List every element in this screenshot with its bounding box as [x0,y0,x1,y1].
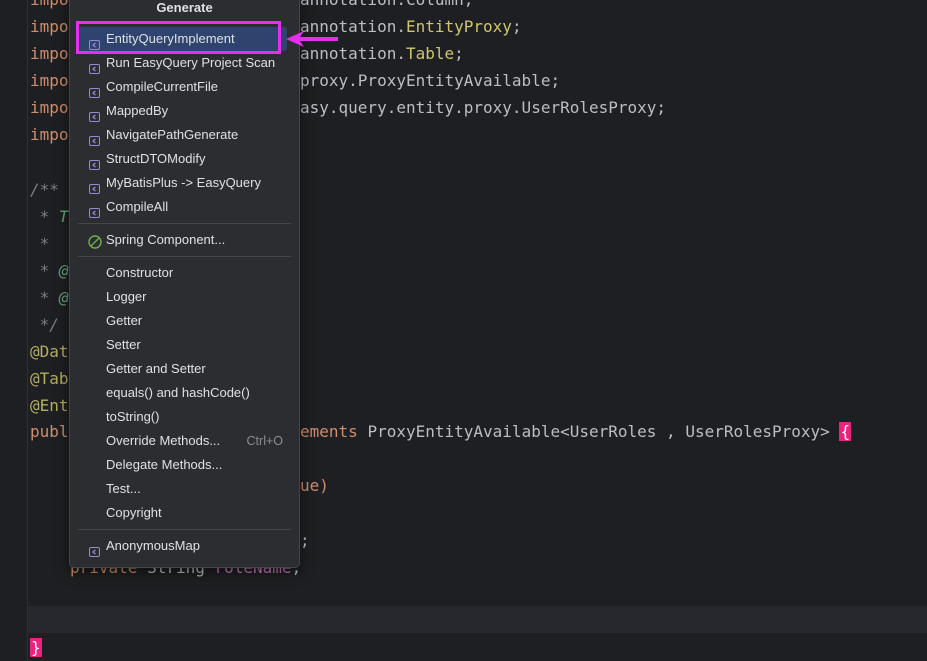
menu-item-label: StructDTOModify [106,151,206,166]
menu-item-label: Logger [106,289,147,304]
menu-item-copyright[interactable]: Copyright [77,501,287,525]
code-line: impo asy.query.entity.proxy.UserRolesProx… [30,98,667,117]
plugin-icon [89,202,100,218]
menu-item-label: MyBatisPlus -> EasyQuery [106,175,261,190]
code-line: publ ements ProxyEntityAvailable<UserRole… [30,422,852,441]
plugin-icon [89,541,100,557]
current-line-highlight [28,606,927,633]
menu-item-mybatisplus-easyquery[interactable]: MyBatisPlus -> EasyQuery [77,171,287,195]
menu-item-label: NavigatePathGenerate [106,127,239,142]
menu-item-getter-and-setter[interactable]: Getter and Setter [77,357,287,381]
plugin-icon [89,154,100,170]
code-line: impoannotation.Column; [30,0,473,13]
menu-item-label: CompileCurrentFile [106,79,218,94]
menu-item-label: Copyright [106,505,162,520]
menu-item-navigatepathgenerate[interactable]: NavigatePathGenerate [77,123,287,147]
menu-item-compileall[interactable]: CompileAll [77,195,287,219]
menu-item-label: Delegate Methods... [106,457,223,472]
plugin-icon [89,106,100,122]
menu-item-label: MappedBy [106,103,169,118]
menu-item-label: AnonymousMap [106,538,200,553]
plugin-icon [89,130,100,146]
menu-item-label: Test... [106,481,141,496]
menu-separator [78,529,291,530]
menu-item-label: Getter and Setter [106,361,206,376]
annotation-arrow [286,31,338,47]
menu-item-label: Setter [106,337,141,352]
code-line: impo annotation.EntityProxy; [30,17,522,36]
code-line: * @ [30,261,69,280]
editor-gutter-divider [27,0,28,661]
menu-item-override-methods[interactable]: Override Methods... Ctrl+O [77,429,287,453]
menu-item-delegate-methods[interactable]: Delegate Methods... [77,453,287,477]
spring-icon [88,233,102,249]
menu-item-label: Getter [106,313,143,328]
code-line: * [30,234,50,253]
code-line: impo annotation.Table; [30,44,464,63]
annotation-highlight-box [76,21,281,54]
menu-item-label: toString() [106,409,160,424]
menu-item-tostring[interactable]: toString() [77,405,287,429]
code-line: * T [30,207,69,226]
menu-item-getter[interactable]: Getter [77,309,287,333]
menu-separator [78,223,291,224]
plugin-icon [89,178,100,194]
code-line: @Ent [30,396,69,415]
menu-item-compilecurrentfile[interactable]: CompileCurrentFile [77,75,287,99]
menu-item-constructor[interactable]: Constructor [77,261,287,285]
code-line: impo proxy.ProxyEntityAvailable; [30,71,561,90]
code-line: } [30,634,42,661]
plugin-icon [89,82,100,98]
generate-popup: Generate EntityQueryImplement Run EasyQue… [69,0,300,568]
menu-item-label: equals() and hashCode() [106,385,250,400]
plugin-icon [89,58,100,74]
menu-item-mappedby[interactable]: MappedBy [77,99,287,123]
matched-brace: { [839,422,852,441]
code-line: /** [30,180,59,199]
menu-item-label: Override Methods... [106,433,221,448]
menu-item-label: Run EasyQuery Project Scan [106,55,276,70]
menu-item-label: CompileAll [106,199,169,214]
code-line: * @ [30,288,69,307]
code-line: */ [30,315,59,334]
menu-item-test[interactable]: Test... [77,477,287,501]
code-line: @Dat [30,342,69,361]
code-line: impo [30,125,69,144]
menu-item-equals-and-hashcode[interactable]: equals() and hashCode() [77,381,287,405]
menu-item-setter[interactable]: Setter [77,333,287,357]
menu-item-run-easyquery-project-scan[interactable]: Run EasyQuery Project Scan [77,51,287,75]
menu-item-label: Spring Component... [106,232,226,247]
code-line: @Tab [30,369,69,388]
menu-item-label: Constructor [106,265,174,280]
popup-title: Generate [156,0,213,15]
matched-brace: } [30,638,42,657]
menu-item-structdtomodify[interactable]: StructDTOModify [77,147,287,171]
menu-item-anonymousmap[interactable]: AnonymousMap [77,534,287,558]
menu-item-spring-component[interactable]: Spring Component... [77,228,287,252]
menu-item-shortcut: Ctrl+O [246,434,283,448]
menu-item-logger[interactable]: Logger [77,285,287,309]
menu-separator [78,256,291,257]
